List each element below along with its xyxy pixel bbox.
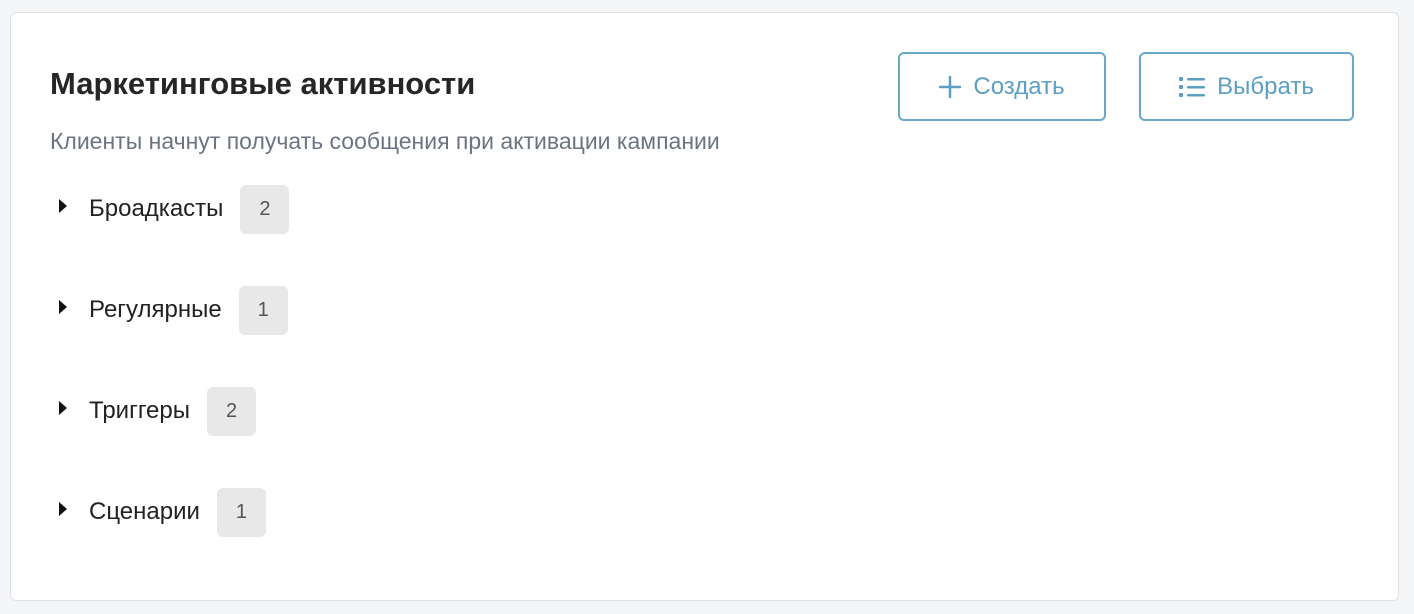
select-button[interactable]: Выбрать [1139, 52, 1354, 121]
group-broadcasts[interactable]: Броадкасты 2 [59, 184, 290, 234]
group-scenarios[interactable]: Сценарии 1 [59, 487, 266, 537]
create-button-label: Создать [973, 72, 1065, 100]
select-button-label: Выбрать [1217, 72, 1314, 100]
plus-icon [939, 75, 962, 98]
marketing-activities-panel: Маркетинговые активности Клиенты начнут … [10, 12, 1399, 601]
group-label: Триггеры [89, 397, 190, 424]
group-label: Броадкасты [89, 195, 224, 222]
count-badge: 1 [238, 285, 288, 335]
group-label: Сценарии [89, 498, 200, 525]
count-badge: 1 [216, 487, 266, 537]
count-badge: 2 [207, 386, 256, 436]
section-title: Маркетинговые активности [50, 66, 476, 101]
create-button[interactable]: Создать [898, 52, 1106, 121]
group-label: Регулярные [89, 296, 222, 323]
section-subtitle: Клиенты начнут получать сообщения при ак… [50, 128, 720, 154]
group-triggers[interactable]: Триггеры 2 [59, 386, 256, 436]
caret-right-icon [59, 502, 67, 516]
caret-right-icon [59, 300, 67, 314]
caret-right-icon [59, 199, 67, 213]
list-icon [1179, 76, 1206, 98]
count-badge: 2 [240, 184, 290, 234]
group-regular[interactable]: Регулярные 1 [59, 285, 288, 335]
caret-right-icon [59, 401, 67, 415]
